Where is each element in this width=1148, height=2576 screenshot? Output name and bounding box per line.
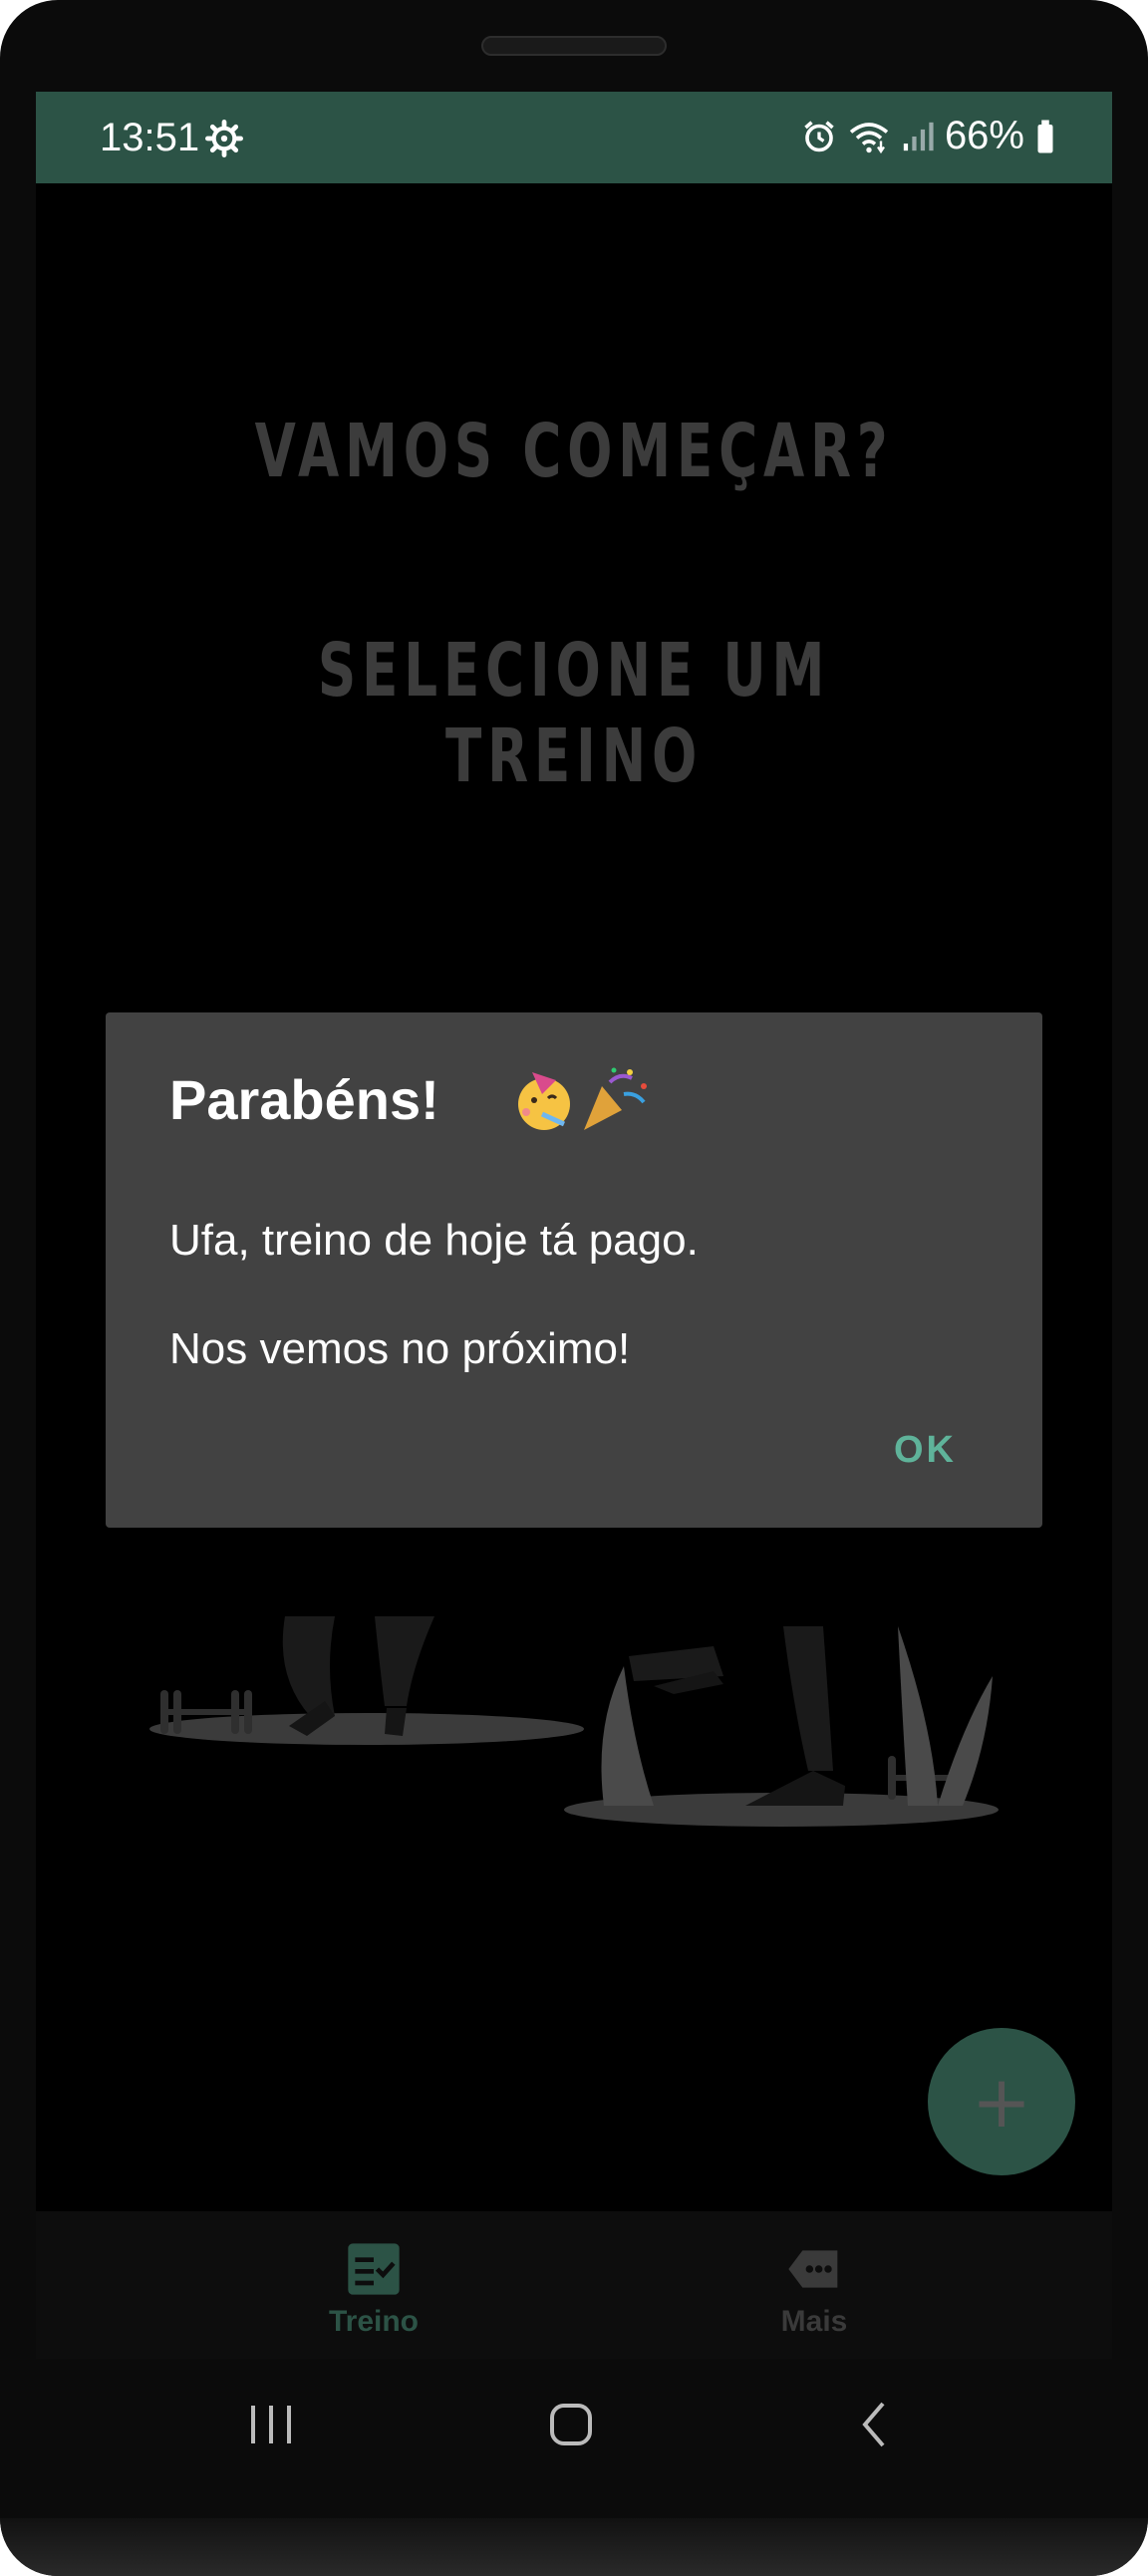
partying-face-icon: [518, 1072, 570, 1130]
dialog-title: Parabéns!: [169, 1068, 439, 1131]
party-popper-icon: [584, 1067, 647, 1130]
app-screen: 13:51 66% VAMOS COMEÇAR? SELECIONE UM TR…: [36, 92, 1112, 2359]
phone-frame: 13:51 66% VAMOS COMEÇAR? SELECIONE UM TR…: [0, 0, 1148, 2576]
dialog-message-line-1: Ufa, treino de hoje tá pago.: [169, 1216, 699, 1265]
bottom-bezel: [0, 2518, 1148, 2576]
back-icon[interactable]: [859, 2400, 889, 2449]
congrats-dialog: Parabéns! Ufa, treino de hoje tá pago. N…: [106, 1012, 1042, 1528]
home-icon[interactable]: [548, 2402, 594, 2447]
recents-icon[interactable]: [247, 2402, 295, 2447]
speaker-grille: [481, 36, 667, 56]
dialog-message-line-2: Nos vemos no próximo!: [169, 1324, 631, 1373]
party-emoji-icon: [518, 1067, 647, 1130]
ok-button[interactable]: OK: [894, 1429, 957, 1472]
